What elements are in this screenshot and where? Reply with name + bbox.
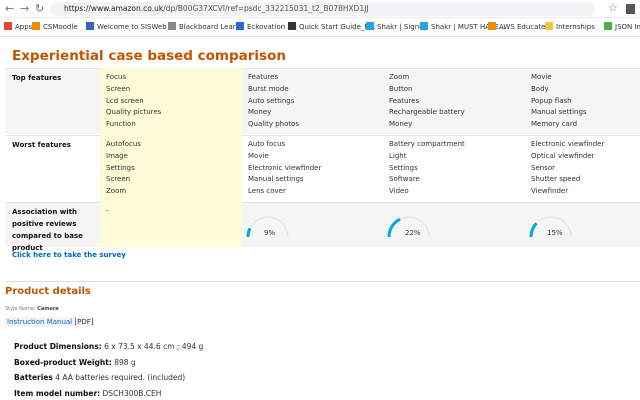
bookmark-item[interactable]: JSON Introdu xyxy=(604,18,640,36)
gauge-fill xyxy=(387,217,401,238)
feature-item: Quality pictures xyxy=(106,108,162,117)
bookmark-item[interactable]: Quick Start Guide_R... xyxy=(288,18,376,36)
feature-item: Rechargeable battery xyxy=(389,108,465,117)
bookmark-item[interactable]: Welcome to SISWeb xyxy=(86,18,167,36)
row-label: Worst features xyxy=(12,141,71,149)
divider xyxy=(5,281,640,282)
reload-icon[interactable]: ↻ xyxy=(35,2,44,15)
feature-item: Image xyxy=(106,151,128,160)
feature-item: Screen xyxy=(106,175,131,184)
feature-item: Sensor xyxy=(531,163,555,172)
feature-item: Money xyxy=(248,108,272,117)
gauge-fill xyxy=(246,227,252,238)
feature-item: Zoom xyxy=(389,73,410,81)
bookmark-item[interactable]: Apps xyxy=(4,18,32,36)
bookmark-item[interactable]: Internships xyxy=(545,18,595,36)
feature-item: Manual settings xyxy=(248,175,304,184)
feature-item: Shutter speed xyxy=(531,175,581,184)
bookmark-icon xyxy=(366,22,374,30)
comparison-title: Experiential case based comparison xyxy=(12,48,286,64)
feature-item: Optical viewfinder xyxy=(531,151,595,160)
bookmark-icon xyxy=(32,22,40,30)
association-value: 15% xyxy=(547,229,563,237)
gauge-fill xyxy=(529,222,538,238)
bookmark-icon xyxy=(236,22,244,30)
star-icon[interactable]: ☆ xyxy=(608,1,618,14)
bookmark-item[interactable]: Shakr | Signup xyxy=(366,18,428,36)
feature-item: Electronic viewfinder xyxy=(248,163,322,172)
bookmark-icon xyxy=(288,22,296,30)
feature-item: Software xyxy=(389,175,420,184)
feature-item: Battery compartment xyxy=(389,140,465,148)
bookmark-icon xyxy=(168,22,176,30)
feature-item: Features xyxy=(248,73,279,81)
feature-item: Electronic viewfinder xyxy=(531,140,605,148)
feature-item: Auto focus xyxy=(248,140,286,148)
bookmark-item[interactable]: Eckovation xyxy=(236,18,285,36)
bookmark-item[interactable]: AWS Educate xyxy=(488,18,546,36)
base-association: - xyxy=(106,207,109,215)
url-input[interactable]: https://www.amazon.co.uk/dp/B00G37XCVI/r… xyxy=(50,2,595,16)
feature-item: Features xyxy=(389,96,420,105)
feature-item: Auto settings xyxy=(248,96,295,105)
detail-item: Boxed-product Weight: 898 g xyxy=(14,357,136,367)
extension-icon[interactable] xyxy=(626,4,635,14)
feature-item: Button xyxy=(389,84,413,93)
feature-item: Movie xyxy=(248,151,269,160)
bookmark-icon xyxy=(4,22,12,30)
feature-item: Function xyxy=(106,120,136,129)
instruction-manual: Instruction Manual [PDF] xyxy=(5,317,96,327)
bookmark-icon xyxy=(86,22,94,30)
row-label: Association with positive reviews compar… xyxy=(12,208,83,252)
feature-item: Memory card xyxy=(531,120,578,129)
back-icon[interactable]: ← xyxy=(5,2,14,15)
feature-item: Burst mode xyxy=(248,84,289,93)
feature-item: Video xyxy=(389,187,409,196)
detail-item: Item model number: DSCH300B.CEH xyxy=(14,388,162,398)
feature-item: Screen xyxy=(106,84,131,93)
bookmark-icon xyxy=(488,22,496,30)
feature-item: Viewfinder xyxy=(531,187,569,196)
feature-item: Lcd screen xyxy=(106,96,144,105)
instruction-manual-link[interactable]: Instruction Manual xyxy=(7,318,72,326)
association-value: 9% xyxy=(264,229,276,237)
bookmark-item[interactable]: CSMoodle xyxy=(32,18,78,36)
feature-item: Settings xyxy=(106,163,135,172)
detail-item: Product Dimensions: 6 x 73.5 x 44.6 cm ;… xyxy=(14,342,204,351)
address-bar-area: ← → ↻ https://www.amazon.co.uk/dp/B00G37… xyxy=(0,0,640,18)
feature-item: Focus xyxy=(106,73,126,81)
feature-item: Money xyxy=(389,120,413,129)
detail-item: Batteries 4 AA batteries required. (incl… xyxy=(14,373,186,382)
bookmark-item[interactable]: Blackboard Learn xyxy=(168,18,240,36)
feature-item: Body xyxy=(531,84,549,93)
feature-item: Settings xyxy=(389,163,418,172)
feature-item: Light xyxy=(389,151,407,160)
survey-link[interactable]: Click here to take the survey xyxy=(12,251,126,259)
style-name: Style Name: Camera xyxy=(5,306,59,312)
feature-item: Lens cover xyxy=(248,187,286,196)
bookmark-icon xyxy=(545,22,553,30)
product-details-title: Product details xyxy=(5,286,91,297)
association-value: 22% xyxy=(405,229,421,237)
bookmark-icon xyxy=(420,22,428,30)
feature-item: Movie xyxy=(531,73,552,81)
feature-item: Autofocus xyxy=(106,140,141,148)
row-label: Top features xyxy=(12,74,62,82)
feature-item: Manual settings xyxy=(531,108,587,117)
feature-item: Popup flash xyxy=(531,96,572,105)
bookmark-icon xyxy=(604,22,612,30)
feature-item: Zoom xyxy=(106,187,127,196)
forward-icon[interactable]: → xyxy=(20,2,29,15)
bookmarks-bar: Apps CSMoodle Welcome to SISWeb Blackboard … xyxy=(0,18,640,37)
feature-item: Quality photos xyxy=(248,120,300,129)
